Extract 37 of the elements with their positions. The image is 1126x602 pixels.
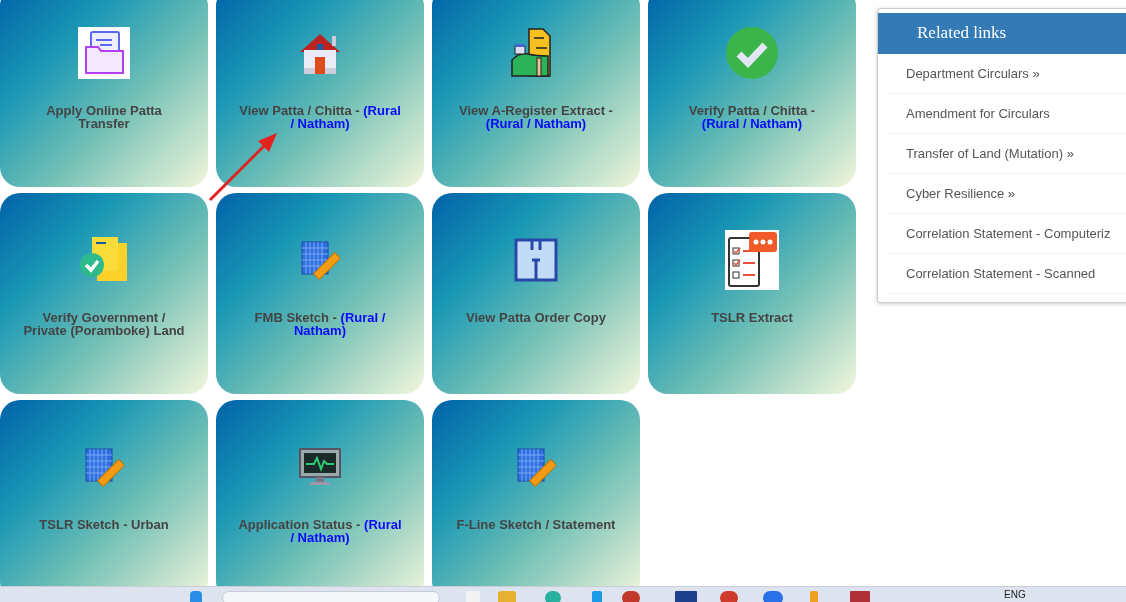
related-link[interactable]: Correlation Statement - Scanned — [888, 254, 1126, 294]
service-tile[interactable]: View A-Register Extract - (Rural / Natham) — [432, 0, 640, 187]
service-tile[interactable]: Application Status - (Rural / Natham) — [216, 400, 424, 586]
blueprint-ruler-icon — [300, 240, 340, 280]
related-link[interactable]: Department Circulars » — [888, 54, 1126, 94]
service-tile[interactable]: View Patta Order Copy — [432, 193, 640, 394]
service-tile[interactable]: TSLR Sketch - Urban — [0, 400, 208, 586]
tile-label: View A-Register Extract - (Rural / Natham) — [458, 104, 614, 130]
blueprint-ruler-icon — [516, 447, 556, 487]
panel-title: Related links — [878, 13, 1126, 54]
service-tile[interactable]: F-Line Sketch / Statement — [432, 400, 640, 586]
checklist-icon — [725, 230, 779, 290]
tile-label: TSLR Sketch - Urban — [38, 518, 170, 531]
monitor-icon — [298, 447, 342, 487]
service-tile[interactable]: FMB Sketch - (Rural / Natham) — [216, 193, 424, 394]
service-tile[interactable]: Verify Government / Private (Poramboke) Land — [0, 193, 208, 394]
related-link[interactable]: Transfer of Land (Mutation) » — [888, 134, 1126, 174]
related-link[interactable]: Cyber Resilience » — [888, 174, 1126, 214]
service-tile[interactable]: Apply Online Patta Transfer — [0, 0, 208, 187]
tile-label: View Patta Order Copy — [465, 311, 607, 324]
blueprint-ruler-icon — [84, 447, 124, 487]
tile-label: TSLR Extract — [710, 311, 794, 324]
check-circle-icon — [725, 26, 779, 80]
tile-label: Application Status - (Rural / Natham) — [237, 518, 403, 544]
related-link[interactable]: Amendment for Circulars — [888, 94, 1126, 134]
service-tile[interactable]: View Patta / Chitta - (Rural / Natham) — [216, 0, 424, 187]
tile-label: Verify Government / Private (Poramboke) Land — [22, 311, 186, 337]
tile-label: F-Line Sketch / Statement — [455, 518, 617, 531]
tile-label: FMB Sketch - (Rural / Natham) — [253, 311, 387, 337]
language-indicator[interactable]: ENG — [1004, 589, 1026, 601]
related-link[interactable]: Correlation Statement - Computeriz — [888, 214, 1126, 254]
floor-plan-icon — [514, 238, 558, 282]
tile-label: View Patta / Chitta - (Rural / Natham) — [238, 104, 402, 130]
service-tile[interactable]: Verify Patta / Chitta - (Rural / Natham) — [648, 0, 856, 187]
service-tile[interactable]: TSLR Extract — [648, 193, 856, 394]
tile-label: Verify Patta / Chitta - (Rural / Natham) — [687, 104, 817, 130]
tile-label: Apply Online Patta Transfer — [45, 104, 163, 130]
